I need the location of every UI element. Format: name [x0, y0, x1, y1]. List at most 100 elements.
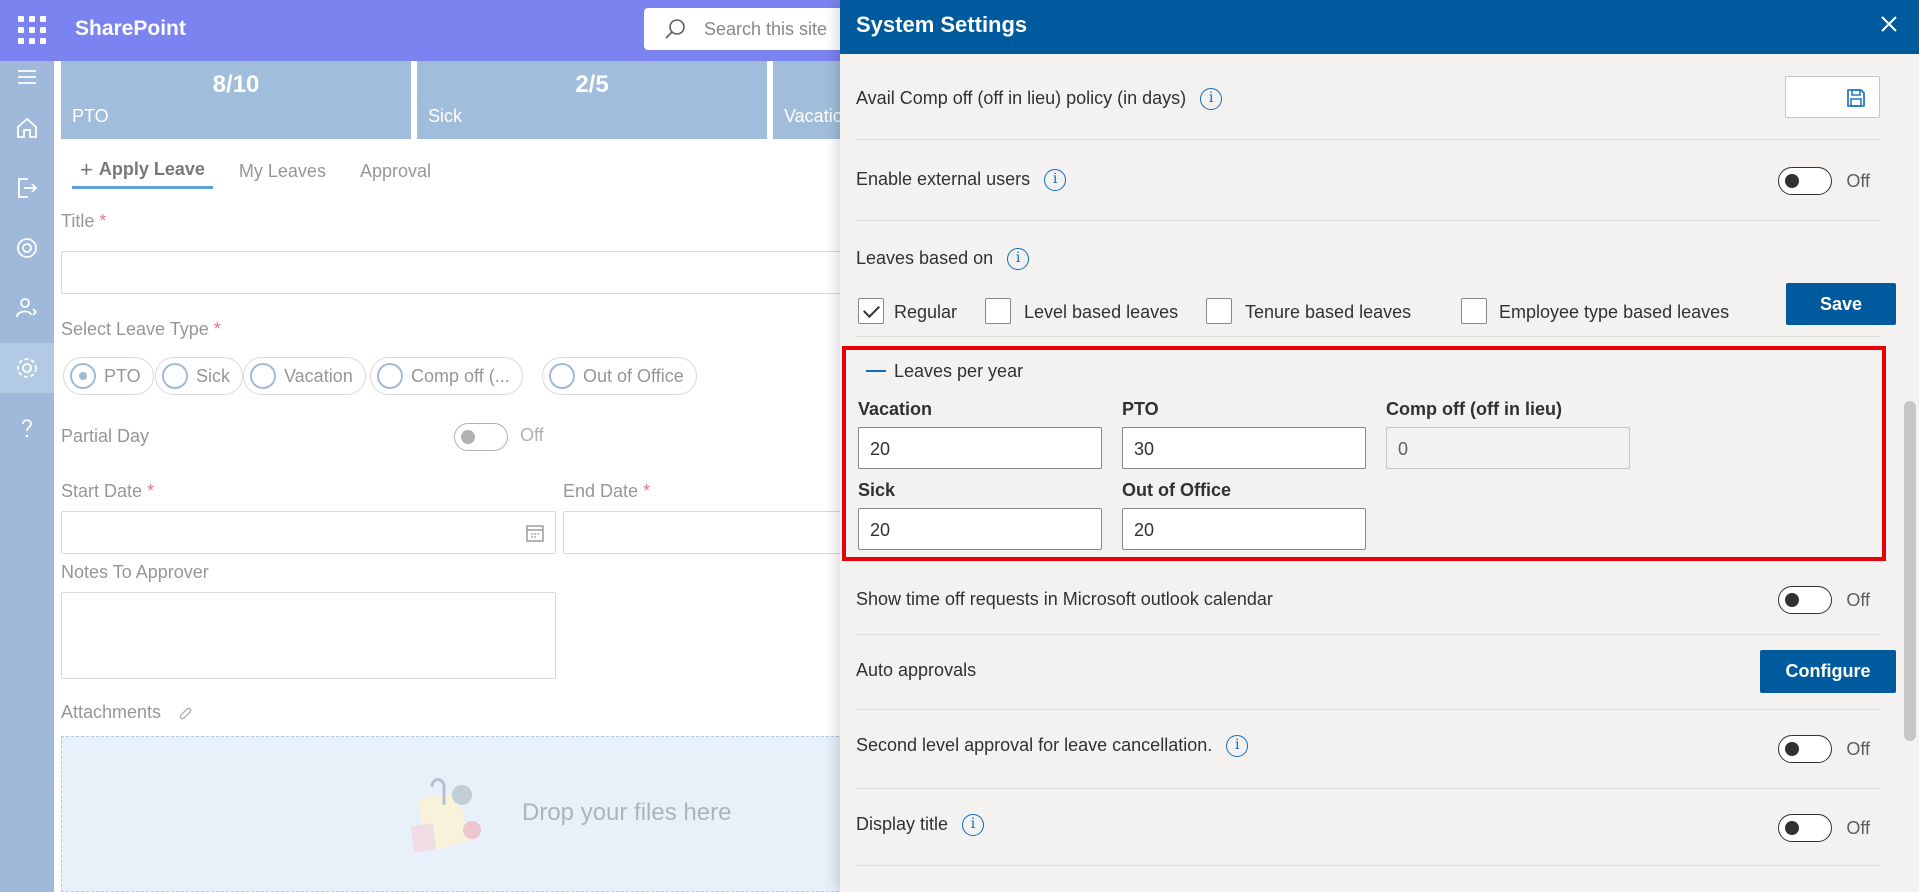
pto-input[interactable]: 30	[1122, 427, 1366, 469]
help-icon[interactable]	[0, 403, 54, 453]
comp-off-input: 0	[1386, 427, 1630, 469]
level-based-checkbox-label: Level based leaves	[1024, 302, 1179, 322]
search-box[interactable]: Search this site	[644, 8, 844, 50]
tab-apply-leave[interactable]: + Apply Leave	[72, 153, 213, 189]
pto-label: PTO	[1122, 399, 1159, 419]
leave-type-comp-off[interactable]: Comp off (...	[370, 357, 523, 395]
display-title-state: Off	[1846, 818, 1870, 838]
info-icon[interactable]: i	[1200, 88, 1223, 111]
end-date-label-text: End Date	[563, 481, 639, 501]
display-title-text: Display title	[856, 814, 949, 834]
leaves-per-year-title[interactable]: Leaves per year	[894, 361, 1023, 382]
info-icon[interactable]: i	[1007, 248, 1030, 271]
auto-approvals-label: Auto approvals	[856, 660, 977, 680]
display-title-label: Display title i	[856, 814, 985, 837]
title-input[interactable]	[61, 251, 844, 294]
drop-text: Drop your files here	[522, 799, 732, 826]
second-level-approval-label: Second level approval for leave cancella…	[856, 735, 1249, 758]
radio-icon	[377, 363, 403, 389]
tile-label: PTO	[72, 106, 109, 126]
info-icon[interactable]: i	[1226, 735, 1249, 758]
calendar-icon[interactable]	[525, 523, 545, 543]
radio-icon	[549, 363, 575, 389]
tab-my-leaves[interactable]: My Leaves	[231, 153, 334, 189]
comp-off-policy-row: Avail Comp off (off in lieu) policy (in …	[856, 60, 1880, 140]
employee-type-checkbox[interactable]	[1461, 298, 1487, 324]
notes-textarea[interactable]	[61, 592, 556, 679]
sick-input[interactable]: 20	[858, 508, 1102, 550]
menu-icon[interactable]	[0, 61, 54, 93]
tab-label: Apply Leave	[98, 159, 205, 179]
sign-out-icon[interactable]	[0, 163, 54, 213]
leave-type-label: PTO	[104, 365, 141, 386]
info-icon[interactable]: i	[962, 814, 985, 837]
tab-approval[interactable]: Approval	[352, 153, 439, 189]
scrollbar-thumb[interactable]	[1904, 401, 1916, 741]
save-icon[interactable]	[1845, 87, 1867, 109]
comp-off-label: Comp off (off in lieu)	[1386, 399, 1562, 419]
display-title-row: Display title i Off	[856, 790, 1880, 866]
leave-type-sick[interactable]: Sick	[155, 357, 244, 395]
home-icon[interactable]	[0, 103, 54, 153]
close-icon[interactable]	[1877, 12, 1901, 36]
save-button[interactable]: Save	[1786, 283, 1896, 325]
panel-title: System Settings	[856, 12, 1028, 37]
out-of-office-input[interactable]: 20	[1122, 508, 1366, 550]
tile-value: 2/5	[575, 71, 609, 98]
partial-day-toggle[interactable]	[454, 423, 508, 451]
second-level-approval-toggle[interactable]	[1778, 735, 1832, 763]
user-settings-icon[interactable]	[0, 283, 54, 333]
comp-off-policy-label: Avail Comp off (off in lieu) policy (in …	[856, 88, 1223, 111]
left-rail	[0, 61, 54, 892]
title-label-text: Title	[61, 211, 95, 231]
configure-button[interactable]: Configure	[1760, 650, 1896, 693]
level-based-checkbox[interactable]	[985, 298, 1011, 324]
start-date-input[interactable]	[61, 511, 556, 554]
display-title-toggle[interactable]	[1778, 814, 1832, 842]
leave-type-pto[interactable]: PTO	[63, 357, 154, 395]
tab-label: My Leaves	[238, 160, 326, 181]
end-date-label: End Date *	[563, 481, 650, 502]
notes-label: Notes To Approver	[61, 562, 209, 582]
radio-icon	[162, 363, 188, 389]
tile-value: 8/10	[212, 71, 260, 98]
leave-type-label: Sick	[196, 365, 231, 386]
vacation-input[interactable]: 20	[858, 427, 1102, 469]
panel-scrollbar[interactable]	[1901, 54, 1919, 892]
gear-icon[interactable]	[0, 343, 54, 393]
partial-day-label: Partial Day	[61, 426, 150, 446]
tenure-based-checkbox-label: Tenure based leaves	[1245, 302, 1412, 322]
regular-checkbox[interactable]	[858, 298, 884, 324]
info-icon[interactable]: i	[1044, 169, 1067, 192]
partial-day-state: Off	[520, 425, 544, 445]
outlook-calendar-row: Show time off requests in Microsoft outl…	[856, 562, 1880, 635]
tenure-based-checkbox[interactable]	[1206, 298, 1232, 324]
second-level-approval-row: Second level approval for leave cancella…	[856, 711, 1880, 789]
leave-type-vacation[interactable]: Vacation	[243, 357, 366, 395]
activity-icon[interactable]	[0, 223, 54, 273]
tile-label: Sick	[428, 106, 463, 126]
external-users-toggle[interactable]	[1778, 167, 1832, 195]
leaves-based-on-label: Leaves based on i	[856, 248, 1030, 271]
leave-type-out-of-office[interactable]: Out of Office	[542, 357, 697, 395]
collapse-icon[interactable]	[866, 370, 886, 372]
panel-header: System Settings	[840, 0, 1919, 54]
external-users-state: Off	[1846, 171, 1870, 191]
out-of-office-label: Out of Office	[1122, 480, 1231, 500]
file-drop-zone[interactable]: Drop your files here	[61, 736, 844, 892]
required-mark: *	[213, 319, 221, 339]
radio-icon	[250, 363, 276, 389]
comp-off-policy-input[interactable]	[1785, 76, 1880, 118]
attachments-label: Attachments	[61, 702, 194, 723]
site-brand[interactable]: SharePoint	[75, 17, 186, 41]
leaves-per-year-section: Leaves per year Vacation 20 PTO 30 Comp …	[842, 346, 1886, 561]
leave-type-label: Comp off (...	[411, 365, 510, 386]
start-date-label: Start Date *	[61, 481, 154, 502]
required-mark: *	[147, 481, 155, 501]
attachments-label-text: Attachments	[61, 702, 162, 722]
app-launcher-icon[interactable]	[18, 16, 46, 44]
balance-tile-pto: 8/10 PTO	[61, 61, 411, 139]
outlook-calendar-toggle[interactable]	[1778, 586, 1832, 614]
leaves-based-on-row: Leaves based on i Regular Level based lea…	[856, 222, 1896, 337]
end-date-input[interactable]	[563, 511, 844, 554]
